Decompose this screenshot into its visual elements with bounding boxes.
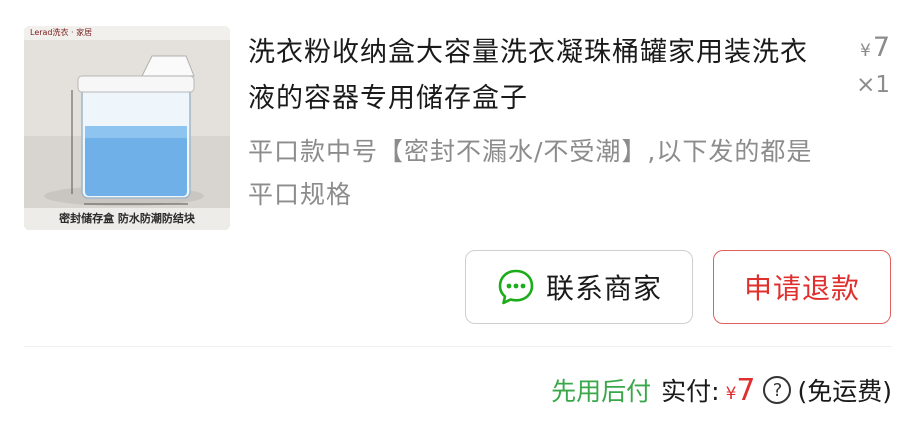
- question-circle-icon[interactable]: ?: [763, 376, 792, 404]
- unit-price: ¥7: [860, 32, 890, 63]
- product-thumbnail[interactable]: Lerad洗衣 · 家居 密封储存盒 防水防潮防结块: [24, 26, 230, 230]
- quantity: ×1: [856, 72, 890, 98]
- request-refund-button[interactable]: 申请退款: [713, 250, 891, 324]
- chat-bubble-icon: [498, 269, 534, 305]
- product-spec: 平口款中号【密封不漏水/不受潮】,以下发的都是平口规格: [248, 137, 813, 209]
- free-shipping-note: (免运费): [797, 377, 892, 406]
- contact-seller-button[interactable]: 联系商家: [465, 250, 693, 324]
- product-title[interactable]: 洗衣粉收纳盒大容量洗衣凝珠桶罐家用装洗衣液的容器专用储存盒子: [248, 30, 828, 122]
- paid-currency: ¥: [725, 384, 737, 404]
- paid-label: 实付:: [661, 377, 720, 406]
- request-refund-label: 申请退款: [743, 272, 860, 305]
- divider: [24, 346, 892, 347]
- paid-amount: 7: [736, 372, 756, 408]
- price-value: 7: [872, 32, 890, 63]
- payment-summary: 先用后付 实付: ¥ 7 ? (免运费): [551, 368, 892, 412]
- pay-later-badge: 先用后付: [551, 377, 652, 406]
- price-currency: ¥: [859, 41, 871, 61]
- storage-box-image: [24, 26, 230, 230]
- contact-seller-label: 联系商家: [545, 272, 662, 305]
- image-caption: 密封储存盒 防水防潮防结块: [24, 208, 230, 230]
- image-brand-strip: Lerad洗衣 · 家居: [24, 26, 230, 40]
